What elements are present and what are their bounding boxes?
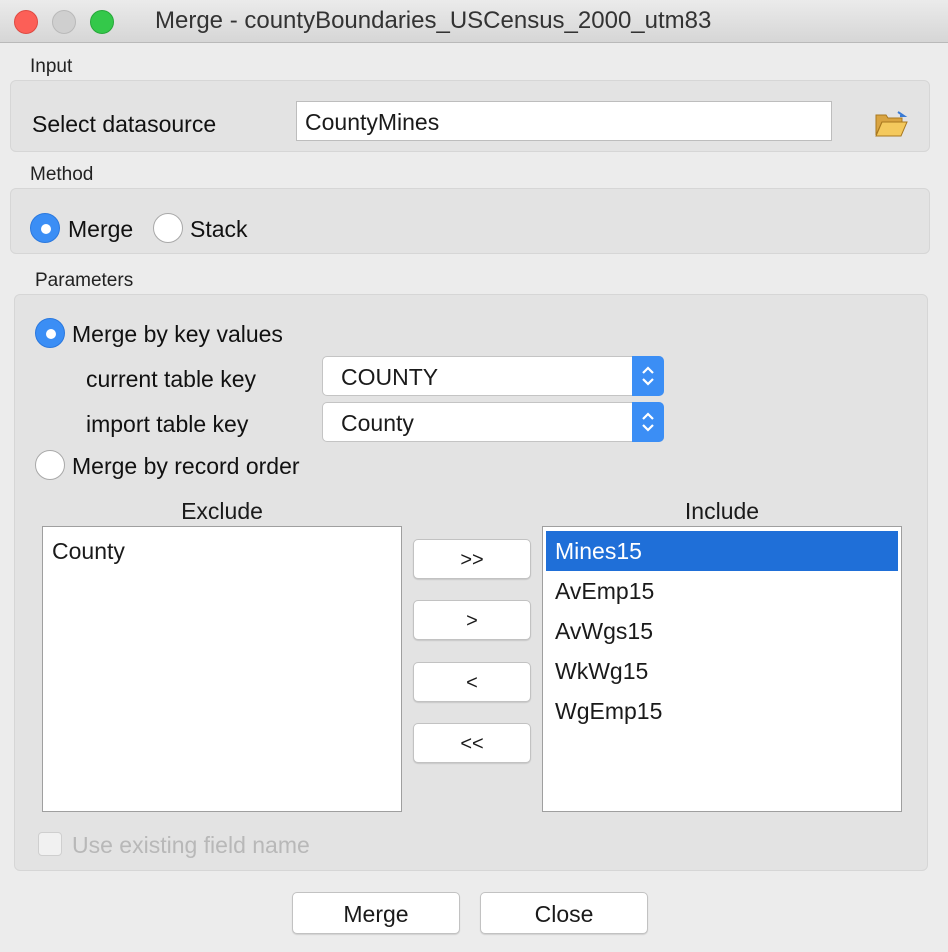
minimize-window-button[interactable] [52,10,76,34]
datasource-input[interactable]: CountyMines [296,101,832,141]
merge-button[interactable]: Merge [292,892,460,934]
use-existing-field-checkbox[interactable] [38,832,62,856]
exclude-list[interactable]: County [42,526,402,812]
maximize-window-button[interactable] [90,10,114,34]
include-title: Include [684,498,760,524]
current-table-key-value: COUNTY [341,364,439,390]
chevron-up-down-icon [632,402,664,442]
import-table-key-select[interactable]: County [322,402,664,442]
parameters-section-label: Parameters [35,270,134,291]
move-all-right-button[interactable]: >> [413,539,531,579]
current-table-key-select[interactable]: COUNTY [322,356,664,396]
merge-radio[interactable] [30,213,60,243]
merge-by-key-label[interactable]: Merge by key values [72,321,283,348]
input-section-label: Input [30,56,73,77]
move-right-button[interactable]: > [413,600,531,640]
list-item[interactable]: County [43,531,401,571]
chevron-up-down-icon [632,356,664,396]
move-all-left-button[interactable]: << [413,723,531,763]
include-list[interactable]: Mines15 AvEmp15 AvWgs15 WkWg15 WgEmp15 [542,526,902,812]
current-table-key-label: current table key [86,366,257,392]
move-left-button[interactable]: < [413,662,531,702]
method-group [10,188,930,254]
list-item[interactable]: WgEmp15 [546,691,898,731]
merge-radio-label[interactable]: Merge [68,216,133,243]
merge-by-order-label[interactable]: Merge by record order [72,453,300,480]
title-bar: Merge - countyBoundaries_USCensus_2000_u… [0,0,948,43]
use-existing-field-label: Use existing field name [72,832,310,858]
close-button[interactable]: Close [480,892,648,934]
stack-radio[interactable] [153,213,183,243]
list-item-selected[interactable]: Mines15 [546,531,898,571]
select-datasource-label: Select datasource [32,111,217,137]
close-window-button[interactable] [14,10,38,34]
list-item[interactable]: AvWgs15 [546,611,898,651]
list-item[interactable]: WkWg15 [546,651,898,691]
merge-by-order-radio[interactable] [35,450,65,480]
method-section-label: Method [30,164,94,185]
list-item[interactable]: AvEmp15 [546,571,898,611]
merge-by-key-radio[interactable] [35,318,65,348]
import-table-key-value: County [341,410,414,436]
import-table-key-label: import table key [86,411,249,437]
exclude-title: Exclude [181,498,263,524]
stack-radio-label[interactable]: Stack [190,216,248,243]
window-title: Merge - countyBoundaries_USCensus_2000_u… [155,7,712,34]
folder-open-icon[interactable] [874,110,908,138]
